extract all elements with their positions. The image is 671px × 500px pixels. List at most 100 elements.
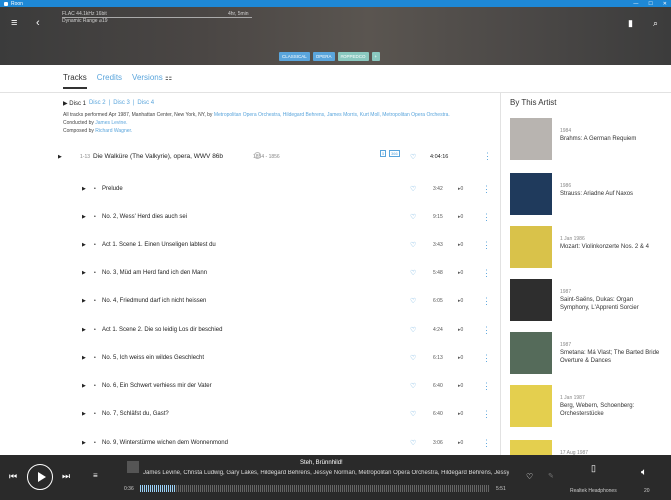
edit-icon[interactable]: ✎ (548, 472, 554, 480)
album-cover[interactable] (510, 279, 552, 321)
expand-icon[interactable]: ▶ (82, 383, 86, 389)
disc-current[interactable]: ▶ Disc 1 (63, 100, 86, 107)
previous-icon[interactable]: ⏮ (9, 471, 17, 482)
more-icon[interactable]: ⋮ (482, 438, 491, 449)
heart-icon[interactable]: ♡ (410, 153, 416, 161)
queue-icon[interactable]: ≡ (93, 471, 98, 480)
track-row[interactable]: ▶ • No. 3, Müd am Herd fand ich den Mann ♡ 5… (82, 268, 518, 282)
heart-icon[interactable]: ♡ (410, 213, 416, 221)
artist-album-item[interactable]: 1987 Saint-Saëns, Dukas: Organ Symphony, … (510, 279, 660, 323)
track-row[interactable]: ▶ • No. 4, Friedmund darf ich nicht heisse… (82, 296, 518, 310)
conductor-link[interactable]: James Levine. (95, 120, 127, 126)
more-icon[interactable]: ⋮ (482, 296, 491, 307)
tab-versions[interactable]: Versions ⚏ (132, 73, 172, 89)
album-title[interactable]: Saint-Saëns, Dukas: Organ Symphony, L'Ap… (560, 296, 660, 312)
play-button[interactable] (27, 464, 53, 490)
track-row[interactable]: ▶ • No. 5, Ich weiss ein wildes Geschlecht… (82, 353, 518, 367)
performer-link[interactable]: Hildegard Behrens, (283, 112, 326, 118)
menu-icon[interactable]: ≡ (11, 18, 17, 29)
performer-link[interactable]: James Morris, (327, 112, 358, 118)
disc-3[interactable]: Disc 3 (113, 100, 130, 107)
heart-icon[interactable]: ♡ (526, 472, 533, 481)
speaker-device-icon[interactable]: ▯ (591, 463, 596, 474)
minimize-icon[interactable]: — (633, 1, 638, 7)
tag-classical[interactable]: CLASSICAL (279, 52, 310, 61)
track-row[interactable]: ▶ • Act 1. Scene 1. Einen Unseligen labtes… (82, 240, 518, 254)
heart-icon[interactable]: ♡ (410, 410, 416, 418)
tag-custom[interactable]: #OPPEDCO (337, 52, 369, 61)
more-icon[interactable]: ⋮ (482, 381, 491, 392)
heart-icon[interactable]: ♡ (410, 326, 416, 334)
album-title[interactable]: Mozart: Violinkonzerte Nos. 2 & 4 (560, 243, 660, 251)
more-icon[interactable]: ⋮ (483, 151, 492, 162)
version-badge[interactable]: 5 (380, 150, 387, 157)
more-icon[interactable]: ⋮ (482, 409, 491, 420)
performer-link[interactable]: Kurt Moll, (360, 112, 381, 118)
expand-icon[interactable]: ▶ (82, 298, 86, 304)
heart-icon[interactable]: ♡ (410, 297, 416, 305)
work-row[interactable]: ▶ 1-13 Die Walküre (The Valkyrie), opera… (58, 150, 494, 164)
artist-album-item[interactable]: 1 Jan 1987 Berg, Webern, Schoenberg: Orch… (510, 385, 660, 429)
expand-icon[interactable]: ▶ (82, 242, 86, 248)
heart-icon[interactable]: ♡ (410, 241, 416, 249)
more-icon[interactable]: ⋮ (482, 240, 491, 251)
expand-icon[interactable]: ▶ (82, 355, 86, 361)
track-row[interactable]: ▶ • No. 7, Schläfst du, Gast? ♡ 6:40 ▸0 ⋮ (82, 409, 518, 423)
expand-icon[interactable]: ▶ (82, 214, 86, 220)
more-icon[interactable]: ⋮ (482, 212, 491, 223)
album-cover[interactable] (510, 118, 552, 160)
expand-icon[interactable]: ▶ (82, 440, 86, 446)
disc-4[interactable]: Disc 4 (137, 100, 154, 107)
back-icon[interactable]: ‹ (36, 18, 40, 29)
next-icon[interactable]: ⏭ (62, 471, 70, 482)
artist-album-item[interactable]: 1986 Strauss: Ariadne Auf Naxos (510, 173, 660, 217)
more-icon[interactable]: ⋮ (482, 268, 491, 279)
track-row[interactable]: ▶ • No. 2, Wess' Herd dies auch sei ♡ 9:15 ▸0… (82, 212, 518, 226)
heart-icon[interactable]: ♡ (410, 354, 416, 362)
performer-link[interactable]: Metropolitan Opera Orchestra. (382, 112, 450, 118)
expand-icon[interactable]: ▶ (82, 411, 86, 417)
more-icon[interactable]: ⋮ (482, 184, 491, 195)
search-icon[interactable]: ⌕ (653, 18, 658, 29)
track-row[interactable]: ▶ • No. 9, Winterstürme wichen dem Wonnenm… (82, 438, 518, 452)
heart-icon[interactable]: ♡ (410, 439, 416, 447)
tab-credits[interactable]: Credits (97, 73, 122, 89)
maximize-icon[interactable]: ☐ (648, 1, 652, 7)
close-icon[interactable]: ✕ (663, 1, 667, 7)
heart-icon[interactable]: ♡ (410, 382, 416, 390)
bookmark-icon[interactable]: ▮ (628, 18, 633, 29)
tab-tracks[interactable]: Tracks (63, 73, 87, 89)
expand-icon[interactable]: ▶ (58, 154, 62, 160)
track-row[interactable]: ▶ • No. 6, Ein Schwert verhiess mir der Va… (82, 381, 518, 395)
disc-2[interactable]: Disc 2 (89, 100, 106, 107)
heart-icon[interactable]: ♡ (410, 185, 416, 193)
album-cover[interactable] (510, 385, 552, 427)
volume-icon[interactable]: 🔈︎ (641, 467, 647, 478)
seek-bar[interactable] (140, 485, 490, 492)
more-icon[interactable]: ⋮ (482, 325, 491, 336)
artist-album-item[interactable]: 1984 Brahms: A German Requiem (510, 118, 660, 162)
expand-icon[interactable]: ▶ (82, 270, 86, 276)
album-cover[interactable] (510, 332, 552, 374)
expand-icon[interactable]: ▶ (82, 327, 86, 333)
album-title[interactable]: Strauss: Ariadne Auf Naxos (560, 190, 660, 198)
album-title[interactable]: Smetana: Má Vlast; The Barted Bride Over… (560, 349, 660, 365)
album-cover[interactable] (510, 173, 552, 215)
track-row[interactable]: ▶ • Prelude ♡ 3:42 ▸0 ⋮ (82, 184, 518, 198)
performer-link[interactable]: Metropolitan Opera Orchestra, (214, 112, 282, 118)
heart-icon[interactable]: ♡ (410, 269, 416, 277)
track-row[interactable]: ▶ • Act 1. Scene 2. Die so leidig Los dir … (82, 325, 518, 339)
album-thumb[interactable] (127, 461, 139, 473)
tag-opera[interactable]: OPERA (312, 52, 335, 61)
zone-name[interactable]: Realtek Headphones (570, 488, 617, 494)
volume-level[interactable]: 20 (644, 488, 650, 494)
artist-album-item[interactable]: 1987 Smetana: Má Vlast; The Barted Bride … (510, 332, 660, 376)
album-cover[interactable] (510, 226, 552, 268)
artist-album-item[interactable]: 1 Jan 1986 Mozart: Violinkonzerte Nos. 2 … (510, 226, 660, 270)
composer-link[interactable]: Richard Wagner. (95, 128, 132, 134)
expand-icon[interactable]: ▶ (82, 186, 86, 192)
add-tag-button[interactable]: + (371, 52, 381, 61)
more-icon[interactable]: ⋮ (482, 353, 491, 364)
performance-badge[interactable]: 366 (389, 150, 400, 157)
album-title[interactable]: Brahms: A German Requiem (560, 135, 660, 143)
